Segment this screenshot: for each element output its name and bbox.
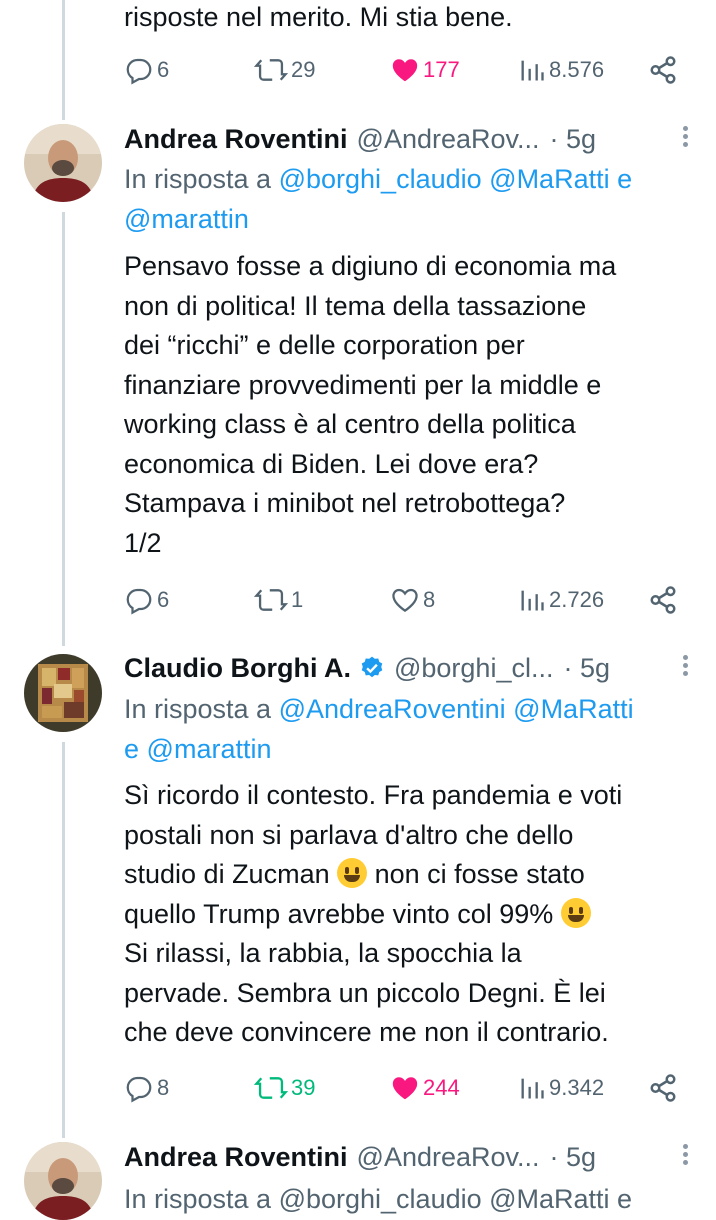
reply-context: In risposta a @borghi_claudio @MaRatti e…	[124, 160, 704, 239]
views-chart-icon	[521, 60, 544, 81]
tweet-text-line: Sì ricordo il contesto. Fra pandemia e v…	[124, 780, 623, 810]
heart-outline-icon	[392, 588, 418, 612]
views-button[interactable]: 2.726	[518, 580, 604, 620]
like-button[interactable]: 8	[390, 580, 435, 620]
author-name[interactable]: Claudio Borghi A.	[124, 653, 351, 684]
timestamp[interactable]: · 5g	[563, 653, 610, 684]
tweet-text-line: quello Trump avrebbe vinto col 99%	[124, 898, 561, 929]
timestamp[interactable]: · 5g	[550, 1142, 597, 1173]
views-chart-icon	[521, 1078, 544, 1099]
views-chart-icon	[521, 590, 544, 611]
more-options-icon[interactable]	[678, 1141, 692, 1171]
reply-prefix: In risposta a	[124, 164, 272, 194]
tweet-text-line: Si rilassi, la rabbia, la spocchia la pe…	[124, 938, 609, 1047]
views-count: 8.576	[549, 57, 605, 82]
like-button[interactable]: 244	[390, 1068, 460, 1108]
retweet-icon	[254, 59, 288, 81]
tweet-actions: 8 39 244 9.342	[124, 1068, 684, 1108]
retweet-button[interactable]: 29	[254, 50, 315, 90]
avatar[interactable]	[24, 124, 102, 202]
share-icon	[650, 1074, 676, 1102]
tweet-text: Sì ricordo il contesto. Fra pandemia e v…	[124, 776, 704, 1053]
mention-link[interactable]: @AndreaRoventini	[279, 694, 506, 724]
like-count: 244	[423, 1075, 460, 1100]
like-count: 177	[423, 57, 460, 82]
like-count: 8	[423, 587, 436, 612]
reply-button[interactable]: 6	[124, 50, 169, 90]
author-name[interactable]: Andrea Roventini	[124, 1142, 348, 1173]
mention-link[interactable]: @marattin	[147, 734, 272, 764]
tweet-text: Pensavo fosse a digiuno di economia ma n…	[124, 251, 617, 558]
author-name[interactable]: Andrea Roventini	[124, 124, 348, 155]
share-icon	[650, 586, 676, 614]
tweet-actions: 6 1 8 2.726	[124, 580, 684, 620]
avatar-photo	[24, 1142, 102, 1220]
thread-line-top	[62, 0, 65, 120]
avatar[interactable]	[24, 1142, 102, 1220]
avatar-photo	[24, 124, 102, 202]
retweet-count: 29	[291, 57, 316, 82]
retweet-icon	[254, 1077, 288, 1099]
mention-link[interactable]: @MaRatti	[513, 694, 633, 724]
tweet-header: Andrea Roventini @AndreaRov... · 5g	[124, 1137, 700, 1177]
retweet-count: 1	[291, 587, 304, 612]
reply-button[interactable]: 8	[124, 1068, 169, 1108]
tweet-text: risposte nel merito. Mi stia bene.	[124, 2, 513, 32]
tweet-text-line: non ci fosse stato	[367, 859, 585, 889]
mention-link[interactable]: @MaRatti	[489, 164, 609, 194]
retweet-button[interactable]: 1	[254, 580, 303, 620]
thread-line-2	[62, 742, 65, 1138]
share-button[interactable]	[648, 50, 678, 90]
heart-filled-icon	[392, 1077, 418, 1100]
tweet-text-line: studio di Zucman	[124, 859, 338, 889]
retweet-count: 39	[291, 1075, 316, 1100]
tweet-text-line: postali non si parlava d'altro che dello	[124, 819, 574, 850]
reply-count: 8	[157, 1075, 170, 1100]
tweet-header: Claudio Borghi A. @borghi_cl... · 5g	[124, 648, 700, 688]
reply-count: 6	[157, 57, 170, 82]
share-button[interactable]	[648, 580, 678, 620]
heart-filled-icon	[392, 59, 418, 82]
reply-button[interactable]: 6	[124, 580, 169, 620]
more-options-icon[interactable]	[678, 123, 692, 153]
reply-icon	[126, 588, 152, 615]
reply-context: In risposta a @AndreaRoventini @MaRatti …	[124, 690, 704, 769]
mention-link[interactable]: @borghi_claudio	[279, 164, 482, 194]
more-options-icon[interactable]	[678, 652, 692, 682]
reply-count: 6	[157, 587, 170, 612]
verified-badge-icon	[361, 656, 383, 678]
retweet-button[interactable]: 39	[254, 1068, 315, 1108]
author-handle[interactable]: @borghi_cl...	[394, 653, 553, 684]
author-handle[interactable]: @AndreaRov...	[357, 1142, 540, 1173]
thread-line-1	[62, 212, 65, 646]
reply-icon	[126, 1076, 152, 1103]
avatar-painting	[24, 654, 102, 732]
mention-conjunction: e	[124, 733, 140, 764]
retweet-icon	[254, 589, 288, 611]
smiling-face-emoji-icon	[560, 897, 591, 928]
author-handle[interactable]: @AndreaRov...	[357, 124, 540, 155]
tweet-actions: 6 29 177 8.576	[124, 50, 684, 90]
grinning-face-emoji-icon	[337, 858, 368, 888]
views-count: 9.342	[549, 1075, 605, 1100]
share-icon	[650, 56, 676, 84]
views-count: 2.726	[549, 587, 605, 612]
like-button[interactable]: 177	[390, 50, 460, 90]
views-button[interactable]: 9.342	[518, 1068, 604, 1108]
mention-link[interactable]: @marattin	[124, 204, 249, 234]
reply-prefix: In risposta a	[124, 694, 272, 724]
avatar[interactable]	[24, 654, 102, 732]
timestamp[interactable]: · 5g	[550, 124, 597, 155]
views-button[interactable]: 8.576	[518, 50, 604, 90]
mention-conjunction: e	[617, 164, 633, 194]
reply-icon	[126, 58, 152, 85]
share-button[interactable]	[648, 1068, 678, 1108]
tweet-header: Andrea Roventini @AndreaRov... · 5g	[124, 119, 700, 159]
